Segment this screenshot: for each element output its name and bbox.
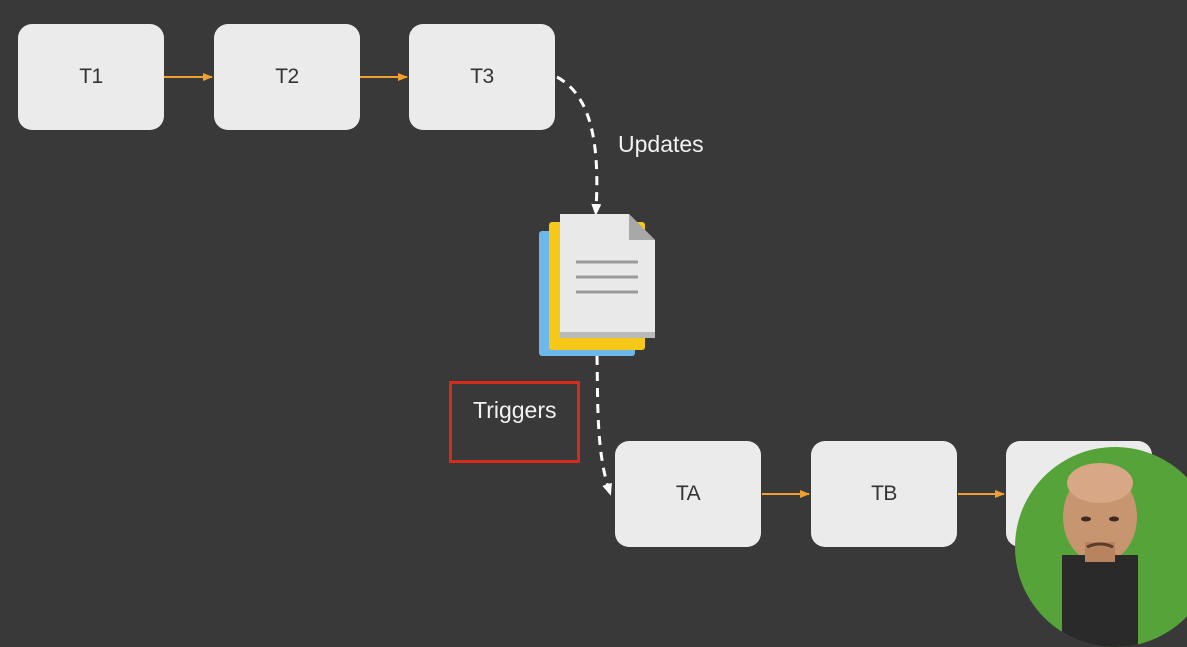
document-stack-icon xyxy=(539,214,655,356)
triggers-label: Triggers xyxy=(473,397,557,423)
updates-label: Updates xyxy=(618,131,704,157)
dashed-arrow-triggers xyxy=(595,355,612,496)
diagram-connectors xyxy=(164,73,1005,498)
dashed-arrow-updates xyxy=(556,75,602,216)
